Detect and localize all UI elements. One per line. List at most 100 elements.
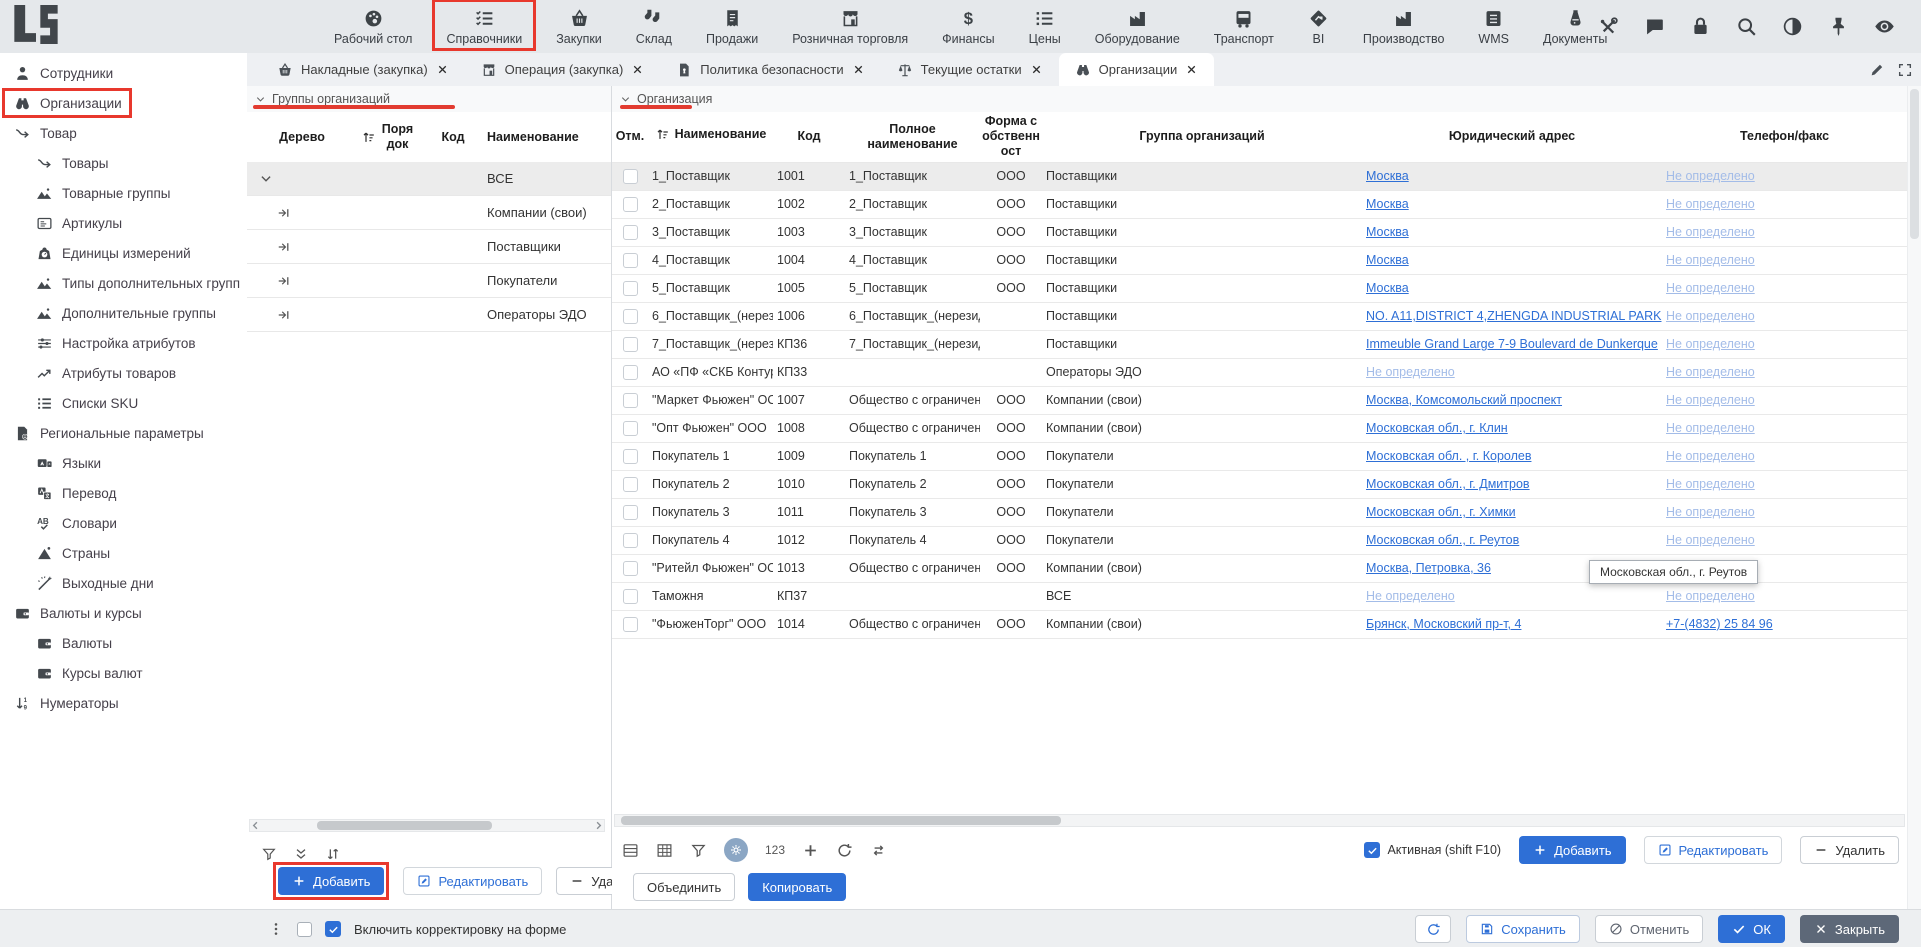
row-checkbox[interactable]	[623, 281, 638, 296]
sidebar-item-languages[interactable]: Языки	[0, 448, 247, 478]
phone-link[interactable]: Не определено	[1666, 449, 1755, 463]
toolbar-item-wms[interactable]: WMS	[1474, 6, 1513, 48]
sidebar-item-countries[interactable]: Страны	[0, 538, 247, 568]
expand-node-icon[interactable]	[277, 240, 291, 254]
copy-button[interactable]: Копировать	[748, 873, 846, 901]
active-checkbox[interactable]: Активная (shift F10)	[1364, 842, 1501, 858]
collapse-all-icon[interactable]	[293, 846, 309, 862]
address-link[interactable]: Не определено	[1366, 589, 1455, 603]
address-link[interactable]: Москва	[1366, 169, 1409, 183]
phone-link[interactable]: Не определено	[1666, 589, 1755, 603]
address-link[interactable]: Москва	[1366, 281, 1409, 295]
fullscreen-icon[interactable]	[1897, 62, 1913, 78]
scroll-left-icon[interactable]	[250, 820, 261, 831]
phone-link[interactable]: Не определено	[1666, 365, 1755, 379]
address-link[interactable]: Москва	[1366, 197, 1409, 211]
phone-link[interactable]: Не определено	[1666, 169, 1755, 183]
table-row[interactable]: 6_Поставщик_(нерезиде 1006 6_Поставщик_(…	[612, 302, 1907, 330]
row-checkbox[interactable]	[623, 253, 638, 268]
address-link[interactable]: Москва	[1366, 225, 1409, 239]
address-link[interactable]: NO. A11,DISTRICT 4,ZHENGDA INDUSTRIAL PA…	[1366, 309, 1662, 323]
table-horizontal-scrollbar[interactable]	[614, 814, 1905, 827]
toolbar-item-prices[interactable]: Цены	[1025, 6, 1065, 48]
search-icon[interactable]	[1736, 16, 1757, 37]
table-row[interactable]: 5_Поставщик 1005 5_Поставщик ООО Поставщ…	[612, 274, 1907, 302]
row-checkbox[interactable]	[623, 393, 638, 408]
sidebar-item-extra-groups[interactable]: Дополнительные группы	[0, 298, 247, 328]
row-checkbox[interactable]	[623, 421, 638, 436]
table-row[interactable]: Покупатель 4 1012 Покупатель 4 ООО Покуп…	[612, 526, 1907, 554]
close-tab-icon[interactable]	[1185, 63, 1198, 76]
merge-button[interactable]: Объединить	[633, 873, 735, 901]
table-row[interactable]: Покупатель 2 1010 Покупатель 2 ООО Покуп…	[612, 470, 1907, 498]
phone-link[interactable]: Не определено	[1666, 505, 1755, 519]
phone-link[interactable]: Не определено	[1666, 393, 1755, 407]
close-tab-icon[interactable]	[852, 63, 865, 76]
sidebar-item-organizations[interactable]: Организации	[0, 88, 247, 118]
toolbar-item-desktop[interactable]: Рабочий стол	[330, 6, 416, 48]
group-row[interactable]: Покупатели	[247, 264, 611, 298]
sidebar-item-dictionaries[interactable]: АВ Словари	[0, 508, 247, 538]
address-link[interactable]: Москва	[1366, 253, 1409, 267]
sidebar-item-product-attrs[interactable]: Атрибуты товаров	[0, 358, 247, 388]
scroll-right-icon[interactable]	[593, 820, 604, 831]
tab-1[interactable]: Операция (закупка)	[465, 53, 661, 86]
scrollbar-thumb[interactable]	[621, 816, 1061, 825]
cancel-button[interactable]: Отменить	[1595, 915, 1703, 943]
check-square-icon[interactable]	[325, 921, 341, 937]
sidebar-item-currency-rates[interactable]: Курсы валют	[0, 658, 247, 688]
cycle-icon[interactable]	[870, 842, 887, 859]
sidebar-item-extra-group-types[interactable]: Типы дополнительных групп	[0, 268, 247, 298]
table-row[interactable]: Таможня КП37 ВСЕ Не определено Не опреде…	[612, 582, 1907, 610]
sidebar-item-units[interactable]: Единицы измерений	[0, 238, 247, 268]
watch-icon[interactable]	[1874, 16, 1895, 37]
column-header-7[interactable]: Телефон/факс	[1662, 112, 1907, 162]
sidebar-item-holidays[interactable]: Выходные дни	[0, 568, 247, 598]
column-header-0[interactable]: Отм.	[612, 112, 648, 162]
row-checkbox[interactable]	[623, 477, 638, 492]
table-row[interactable]: 7_Поставщик_(нерезиде КП36 7_Поставщик_(…	[612, 330, 1907, 358]
toolbar-item-finance[interactable]: $ Финансы	[938, 6, 998, 48]
org-add-button[interactable]: Добавить	[1519, 836, 1625, 864]
table-row[interactable]: 2_Поставщик 1002 2_Поставщик ООО Поставщ…	[612, 190, 1907, 218]
column-header-6[interactable]: Юридический адрес	[1362, 112, 1662, 162]
phone-link[interactable]: Не определено	[1666, 309, 1755, 323]
chat-icon[interactable]	[1644, 16, 1665, 37]
row-checkbox[interactable]	[623, 197, 638, 212]
column-header-4[interactable]: Форма собственност	[980, 112, 1042, 162]
toolbar-item-retail[interactable]: Розничная торговля	[788, 6, 912, 48]
phone-link[interactable]: Не определено	[1666, 421, 1755, 435]
filter-icon[interactable]	[261, 846, 277, 862]
sidebar-item-currencies-rates[interactable]: Валюты и курсы	[0, 598, 247, 628]
filter-icon[interactable]	[690, 842, 707, 859]
scrollbar-thumb[interactable]	[317, 821, 492, 830]
sidebar-item-employees[interactable]: Сотрудники	[0, 58, 247, 88]
collapse-panel-icon[interactable]	[255, 94, 266, 105]
toolbar-item-sales[interactable]: Продажи	[702, 6, 762, 48]
org-edit-button[interactable]: Редактировать	[1644, 836, 1783, 864]
collapse-panel-icon[interactable]	[620, 94, 631, 105]
close-tab-icon[interactable]	[436, 63, 449, 76]
toolbar-item-bi[interactable]: BI	[1304, 6, 1333, 48]
phone-link[interactable]: Не определено	[1666, 337, 1755, 351]
tab-4[interactable]: Организации	[1059, 53, 1215, 86]
groups-horizontal-scrollbar[interactable]	[249, 819, 605, 832]
table-row[interactable]: 1_Поставщик 1001 1_Поставщик ООО Поставщ…	[612, 162, 1907, 190]
phone-link[interactable]: Не определено	[1666, 253, 1755, 267]
tab-0[interactable]: Накладные (закупка)	[261, 53, 465, 86]
column-header-1[interactable]: Наименование	[648, 112, 773, 162]
sidebar-item-products[interactable]: Товары	[0, 148, 247, 178]
table-row[interactable]: "Маркет Фьюжен" ООО 1007 Общество с огра…	[612, 386, 1907, 414]
sidebar-item-sku-lists[interactable]: Списки SKU	[0, 388, 247, 418]
group-row[interactable]: Поставщики	[247, 230, 611, 264]
toolbar-item-equipment[interactable]: Оборудование	[1091, 6, 1184, 48]
correction-checkbox[interactable]	[297, 922, 312, 937]
address-link[interactable]: Immeuble Grand Large 7-9 Boulevard de Du…	[1366, 337, 1658, 351]
phone-link[interactable]: Не определено	[1666, 477, 1755, 491]
close-tab-icon[interactable]	[1030, 63, 1043, 76]
table-row[interactable]: АО «ПФ «СКБ Контур» КП33 Операторы ЭДО Н…	[612, 358, 1907, 386]
column-header-name[interactable]: Наименование	[487, 130, 611, 144]
edit-tabs-icon[interactable]	[1869, 62, 1885, 78]
row-checkbox[interactable]	[623, 365, 638, 380]
close-button[interactable]: Закрыть	[1800, 915, 1899, 943]
